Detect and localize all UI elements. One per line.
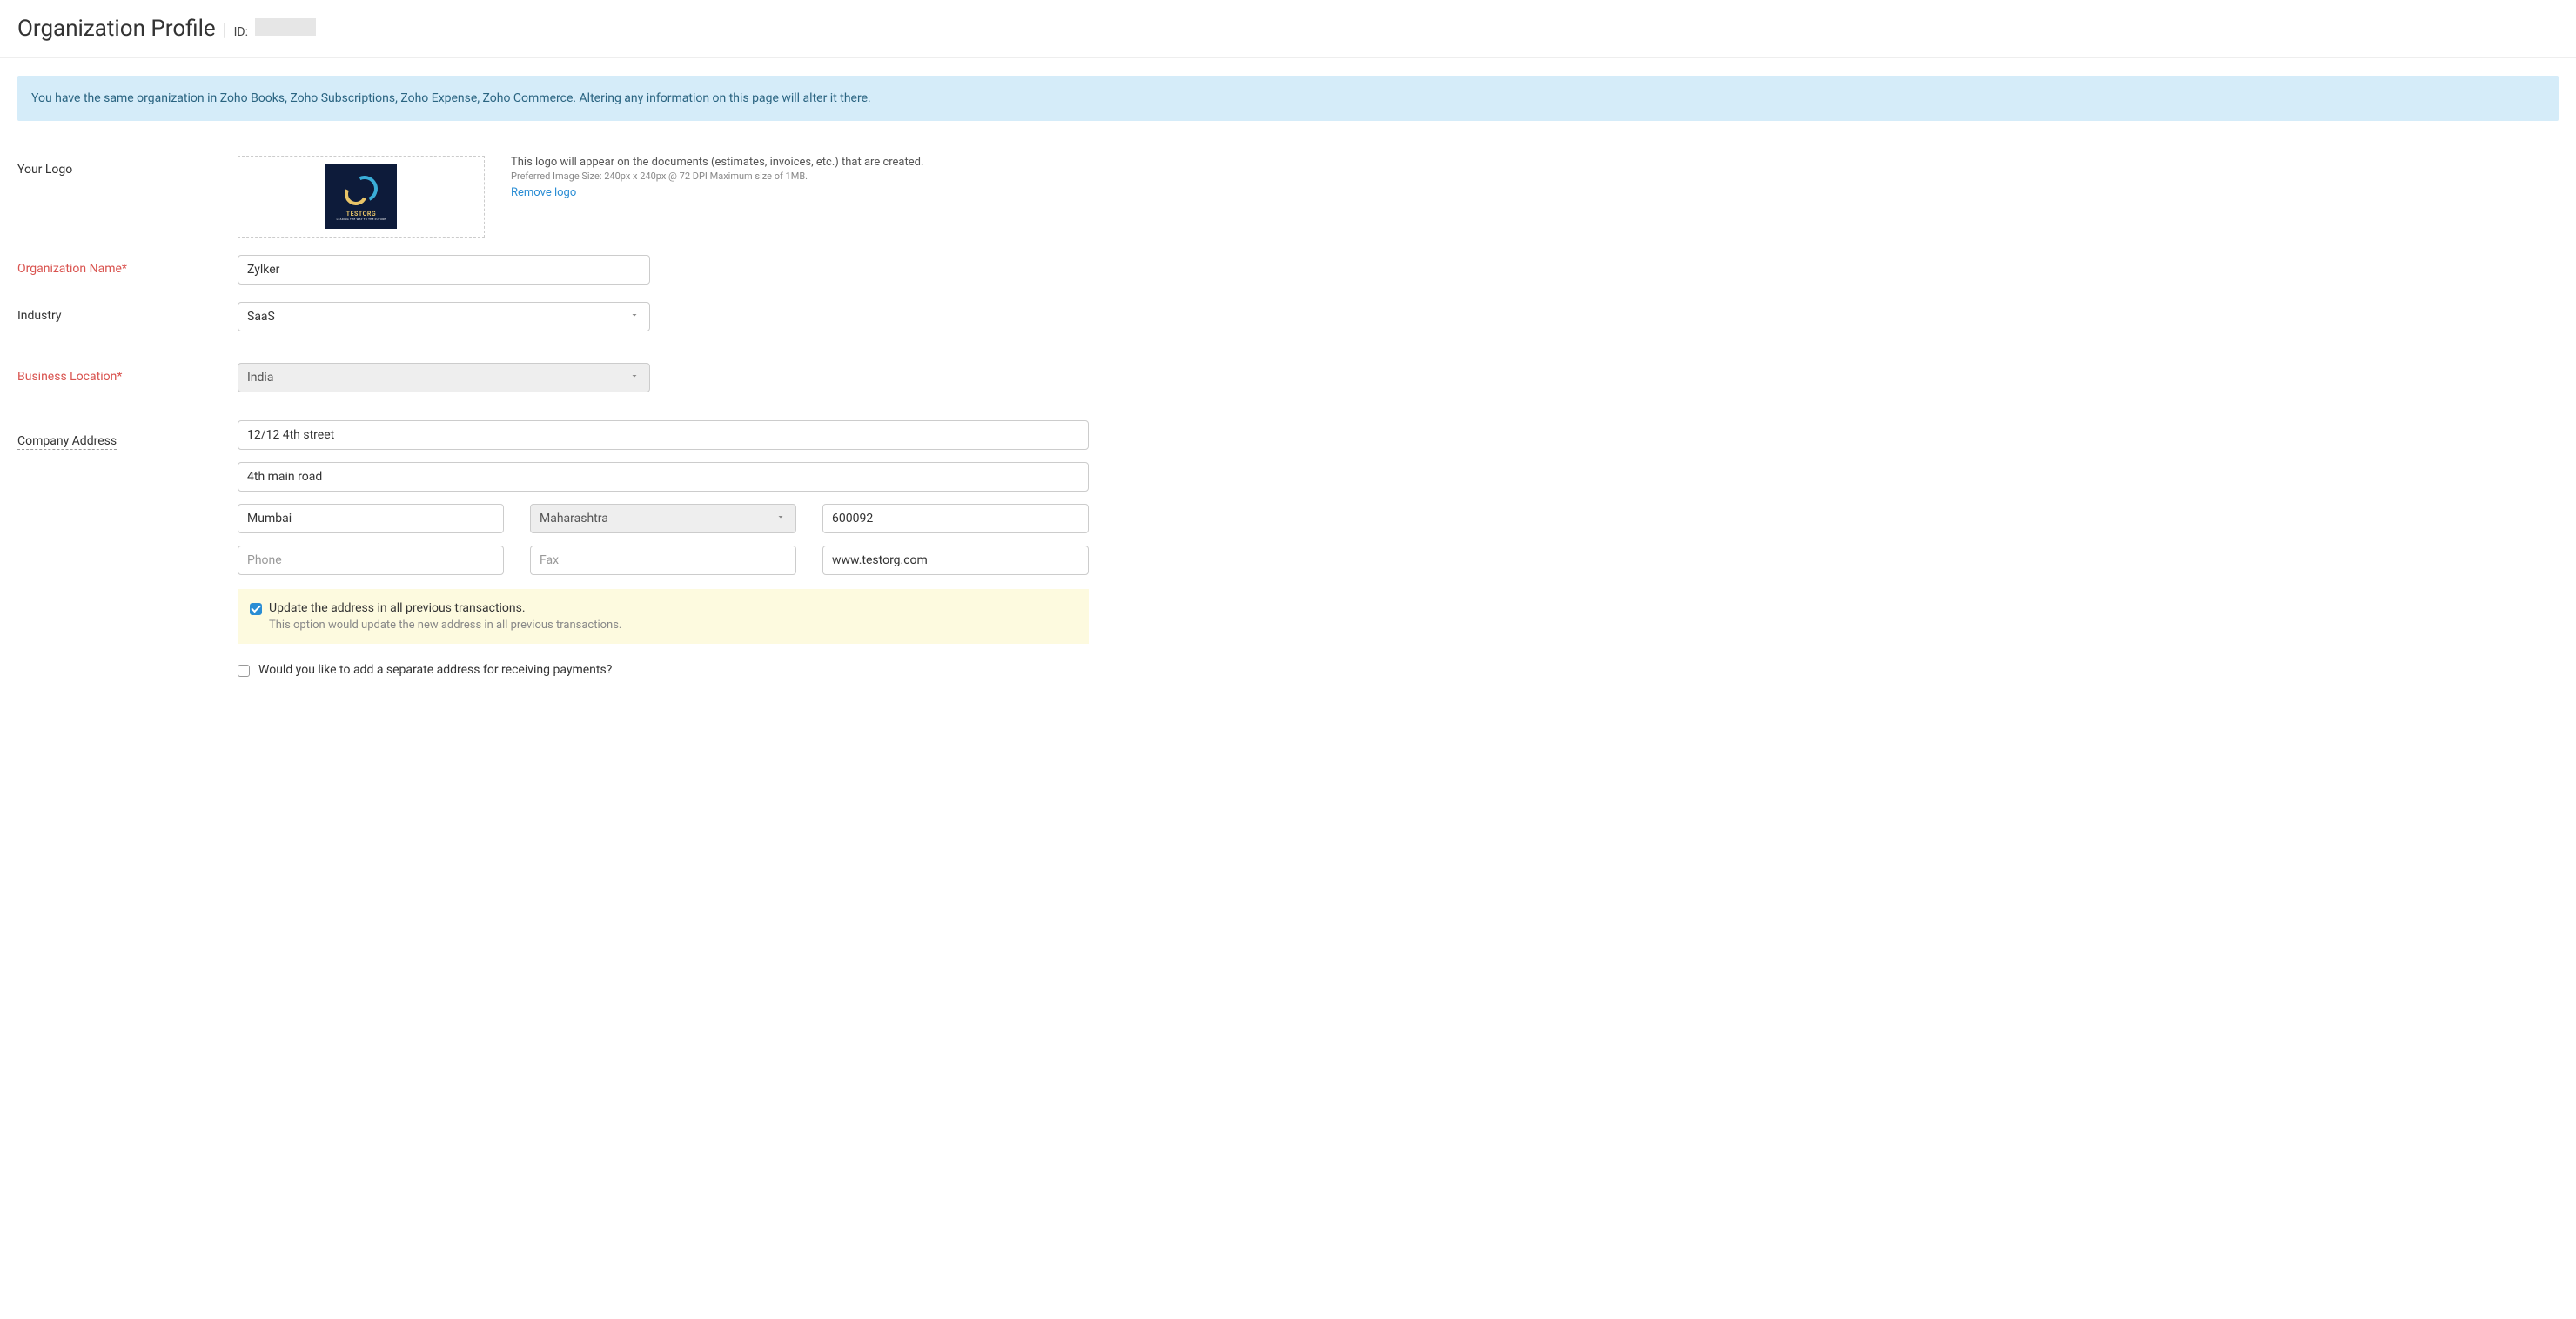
content-area: You have the same organization in Zoho B… [0,58,2576,712]
org-id-label: ID: [234,25,248,39]
logo-info: This logo will appear on the documents (… [511,156,923,199]
business-location-row: Business Location* India [17,363,2559,392]
logo-label: Your Logo [17,156,238,177]
update-address-subtext: This option would update the new address… [269,619,1077,632]
page-title: Organization Profile [17,16,216,42]
update-address-checkbox[interactable] [250,603,262,615]
org-name-label: Organization Name* [17,255,238,276]
industry-value: SaaS [247,310,275,324]
address-line1-input[interactable] [238,420,1089,450]
industry-row: Industry SaaS [17,302,2559,331]
separate-address-label: Would you like to add a separate address… [258,663,612,677]
company-address-row: Company Address Maharashtra [17,420,2559,677]
business-location-select[interactable]: India [238,363,650,392]
business-location-value: India [247,371,273,385]
logo-icon [343,172,379,209]
state-value: Maharashtra [540,512,608,526]
separate-address-row: Would you like to add a separate address… [238,663,2559,677]
org-id-value [255,18,316,36]
logo-info-line2: Preferred Image Size: 240px x 240px @ 72… [511,171,923,182]
sync-info-banner: You have the same organization in Zoho B… [17,76,2559,121]
industry-label: Industry [17,302,238,323]
phone-input[interactable] [238,546,504,575]
separate-address-checkbox[interactable] [238,665,250,677]
org-name-input[interactable] [238,255,650,285]
banner-text: You have the same organization in Zoho B… [31,91,871,105]
logo-brand-subtext: LEADING THE WAY TO THE FUTURE [337,218,386,221]
remove-logo-link[interactable]: Remove logo [511,186,576,199]
header-separator: | [223,19,227,40]
org-name-row: Organization Name* [17,255,2559,285]
company-address-label: Company Address [17,427,117,450]
website-input[interactable] [822,546,1089,575]
logo-info-line1: This logo will appear on the documents (… [511,156,923,169]
address-line2-input[interactable] [238,462,1089,492]
logo-brand-text: TESTORG [346,211,376,218]
logo-image: TESTORG LEADING THE WAY TO THE FUTURE [325,164,397,229]
business-location-label: Business Location* [17,363,238,384]
logo-row: Your Logo TESTORG LEADING THE WAY TO THE… [17,156,2559,238]
update-address-label: Update the address in all previous trans… [269,601,526,615]
update-address-box: Update the address in all previous trans… [238,589,1089,644]
page-header: Organization Profile | ID: [0,0,2576,58]
fax-input[interactable] [530,546,796,575]
city-input[interactable] [238,504,504,533]
logo-upload-box[interactable]: TESTORG LEADING THE WAY TO THE FUTURE [238,156,485,238]
industry-select[interactable]: SaaS [238,302,650,331]
zip-input[interactable] [822,504,1089,533]
state-select[interactable]: Maharashtra [530,504,796,533]
